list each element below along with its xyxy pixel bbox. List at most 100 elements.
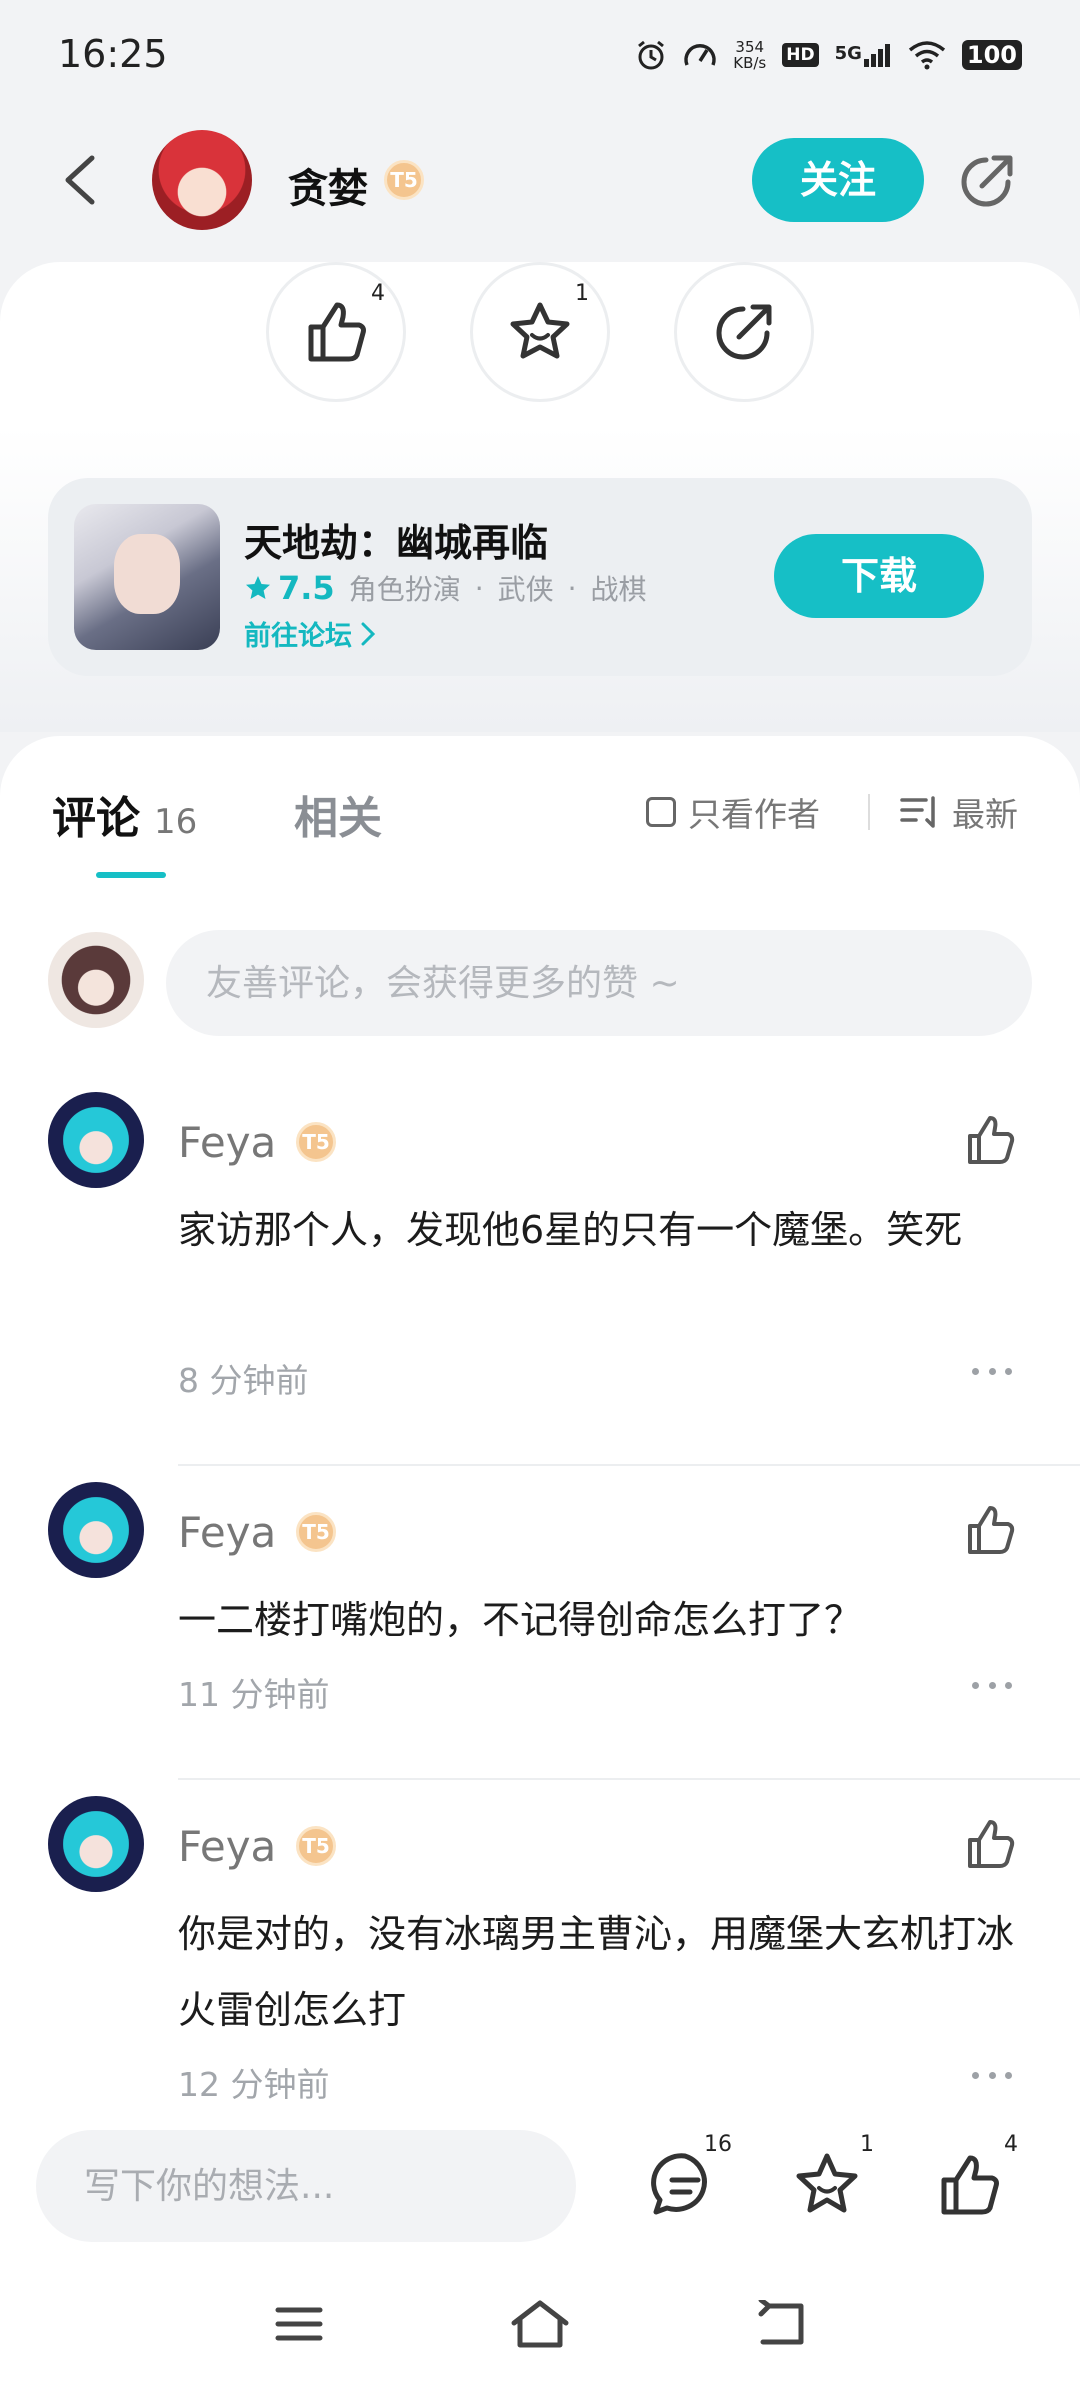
chevron-right-icon bbox=[361, 622, 376, 645]
network-indicator: 5G bbox=[835, 43, 892, 67]
game-tag: 武侠 bbox=[497, 573, 554, 606]
status-time: 16:25 bbox=[58, 32, 168, 76]
level-badge: T5 bbox=[296, 1512, 336, 1552]
status-bar: 16:25 354 KB/s HD 5G 100 bbox=[0, 0, 1080, 110]
author-only-filter[interactable]: 只看作者 bbox=[646, 788, 820, 836]
thumbs-up-icon bbox=[308, 302, 366, 362]
comments-section: 评论 16 相关 只看作者 最新 Feya T5 家访那个人，发现他6星的只有一个… bbox=[0, 736, 1080, 2100]
signal-icon bbox=[863, 44, 890, 67]
level-badge: T5 bbox=[384, 160, 424, 200]
like-count: 4 bbox=[1004, 2132, 1018, 2157]
commenter-name[interactable]: Feya bbox=[178, 1508, 276, 1557]
wifi-icon bbox=[908, 41, 946, 70]
commenter-name[interactable]: Feya bbox=[178, 1118, 276, 1167]
forum-link[interactable]: 前往论坛 bbox=[244, 614, 378, 653]
home-button[interactable] bbox=[505, 2294, 575, 2354]
net-speed-value: 354 bbox=[735, 38, 765, 56]
favorite-button[interactable]: 1 bbox=[782, 2132, 874, 2230]
back-button[interactable] bbox=[746, 2294, 816, 2354]
game-cover-image[interactable] bbox=[74, 504, 220, 650]
star-icon bbox=[796, 2153, 858, 2213]
like-button[interactable]: 4 bbox=[926, 2132, 1018, 2230]
thumbs-up-icon[interactable] bbox=[962, 1502, 1018, 1558]
reply-input[interactable] bbox=[36, 2130, 576, 2242]
comment-divider bbox=[178, 1778, 1080, 1780]
recent-apps-button[interactable] bbox=[264, 2294, 334, 2354]
like-count: 4 bbox=[371, 281, 385, 306]
post-actions-card: 4 1 天地劫：幽城再临 7.5 角色扮演 · 武侠 · 战棋 前往论坛 下载 bbox=[0, 262, 1080, 732]
system-navigation-bar bbox=[0, 2250, 1080, 2400]
game-meta: 7.5 角色扮演 · 武侠 · 战棋 bbox=[244, 568, 647, 608]
author-name[interactable]: 贪婪 bbox=[288, 156, 368, 214]
comment-divider bbox=[178, 1464, 1080, 1466]
comment-text: 家访那个人，发现他6星的只有一个魔堡。笑死 bbox=[178, 1208, 963, 1252]
commenter-avatar[interactable] bbox=[48, 1796, 144, 1892]
more-options-icon[interactable] bbox=[972, 1368, 1012, 1378]
game-title: 天地劫：幽城再临 bbox=[244, 521, 549, 565]
level-badge: T5 bbox=[296, 1826, 336, 1866]
star-icon bbox=[510, 302, 570, 359]
status-icons: 354 KB/s HD 5G 100 bbox=[635, 34, 1022, 76]
back-nav-icon bbox=[758, 2300, 804, 2345]
favorite-button[interactable]: 1 bbox=[470, 262, 610, 402]
comment-bubble-icon bbox=[651, 2153, 707, 2215]
thumbs-up-icon[interactable] bbox=[962, 1816, 1018, 1872]
current-user-avatar bbox=[48, 932, 144, 1028]
more-options-icon[interactable] bbox=[972, 1682, 1012, 1692]
alarm-icon bbox=[638, 40, 665, 70]
thumbs-up-icon[interactable] bbox=[962, 1112, 1018, 1168]
post-header: 贪婪 T5 关注 bbox=[0, 110, 1080, 260]
back-arrow-icon[interactable] bbox=[52, 150, 112, 210]
hd-badge: HD bbox=[782, 43, 819, 67]
network-label: 5G bbox=[834, 43, 862, 64]
sort-label: 最新 bbox=[952, 795, 1018, 834]
filter-divider bbox=[868, 794, 870, 830]
comment-input[interactable] bbox=[166, 930, 1032, 1036]
level-badge: T5 bbox=[296, 1122, 336, 1162]
tab-indicator bbox=[96, 872, 166, 878]
net-speed-unit: KB/s bbox=[733, 54, 767, 72]
share-icon[interactable] bbox=[952, 148, 1020, 216]
commenter-avatar[interactable] bbox=[48, 1092, 144, 1188]
tab-comments-count: 16 bbox=[154, 802, 198, 842]
author-only-checkbox[interactable] bbox=[646, 797, 676, 827]
comment-text: 一二楼打嘴炮的，不记得创命怎么打了？ bbox=[178, 1598, 863, 1642]
battery-indicator: 100 bbox=[961, 40, 1022, 70]
comment-time: 12 分钟前 bbox=[178, 2065, 330, 2100]
author-only-label: 只看作者 bbox=[688, 795, 820, 834]
menu-icon bbox=[275, 2307, 323, 2341]
download-button[interactable]: 下载 bbox=[774, 534, 984, 618]
home-icon bbox=[511, 2300, 569, 2348]
comment-time: 11 分钟前 bbox=[178, 1675, 330, 1714]
follow-button[interactable]: 关注 bbox=[752, 138, 924, 222]
bottom-action-bar: 16 1 4 bbox=[0, 2100, 1080, 2250]
comments-button[interactable]: 16 bbox=[640, 2132, 732, 2230]
share-button[interactable] bbox=[674, 262, 814, 402]
game-rating: 7.5 bbox=[244, 569, 335, 607]
tab-comments[interactable]: 评论 16 bbox=[52, 782, 197, 846]
star-filled-icon bbox=[246, 576, 270, 599]
sort-icon bbox=[900, 796, 935, 828]
favorite-count: 1 bbox=[575, 281, 589, 306]
sort-button[interactable]: 最新 bbox=[900, 788, 1018, 836]
speedometer-icon bbox=[684, 44, 716, 66]
commenter-name[interactable]: Feya bbox=[178, 1822, 276, 1871]
game-card[interactable]: 天地劫：幽城再临 7.5 角色扮演 · 武侠 · 战棋 前往论坛 下载 bbox=[48, 478, 1032, 676]
comment-text: 你是对的，没有冰璃男主曹沁，用魔堡大玄机打冰火雷创怎么打 bbox=[178, 1912, 1015, 2032]
tag-separator: · bbox=[567, 571, 577, 605]
tab-comments-label: 评论 bbox=[52, 793, 140, 844]
tab-related[interactable]: 相关 bbox=[294, 782, 382, 846]
forum-link-label: 前往论坛 bbox=[244, 621, 352, 652]
tag-separator: · bbox=[474, 571, 484, 605]
like-button[interactable]: 4 bbox=[266, 262, 406, 402]
game-rating-value: 7.5 bbox=[278, 569, 335, 607]
author-avatar[interactable] bbox=[152, 130, 252, 230]
commenter-avatar[interactable] bbox=[48, 1482, 144, 1578]
favorite-count: 1 bbox=[860, 2132, 874, 2157]
share-icon bbox=[716, 304, 772, 360]
comments-count: 16 bbox=[704, 2132, 732, 2157]
game-tag: 角色扮演 bbox=[348, 573, 461, 606]
more-options-icon[interactable] bbox=[972, 2072, 1012, 2082]
game-tag: 战棋 bbox=[590, 573, 647, 606]
comment-time: 8 分钟前 bbox=[178, 1361, 309, 1400]
